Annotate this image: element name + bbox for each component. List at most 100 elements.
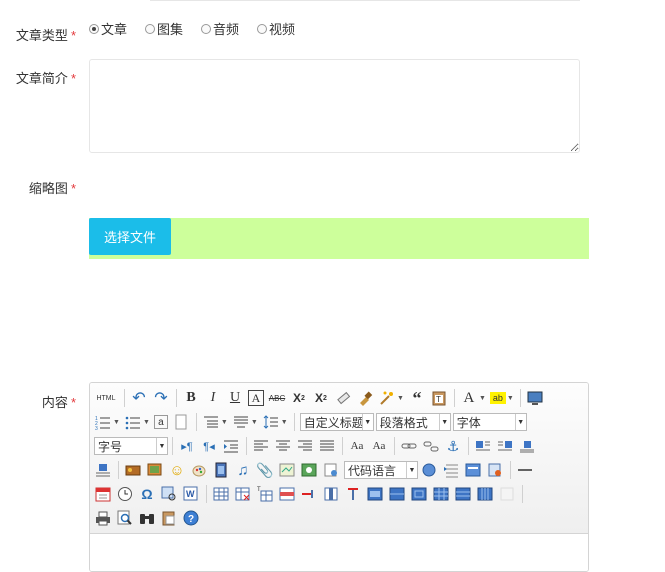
anchor-icon[interactable]: ⚓ — [444, 437, 462, 455]
search-replace-icon[interactable] — [160, 485, 178, 503]
radio-article[interactable]: 文章 — [89, 19, 127, 38]
font-family-select[interactable]: 字体 ▼ — [452, 413, 527, 431]
undo-icon[interactable]: ↶ — [130, 389, 148, 407]
print-icon[interactable] — [94, 509, 112, 527]
radio-circle[interactable] — [89, 23, 99, 34]
fullscreen-icon[interactable] — [526, 389, 544, 407]
font-color-icon[interactable]: A — [460, 389, 478, 407]
calendar-icon[interactable] — [94, 485, 112, 503]
radio-audio[interactable]: 音频 — [201, 19, 239, 38]
paste-text-icon[interactable]: T — [430, 389, 448, 407]
dropdown-arrow-icon[interactable]: ▼ — [507, 395, 514, 402]
row-spacing-bottom-icon[interactable] — [232, 413, 250, 431]
chart-icon[interactable] — [498, 485, 516, 503]
paragraph-format-select[interactable]: 段落格式 ▼ — [375, 413, 451, 431]
dropdown-arrow-icon[interactable]: ▼ — [281, 419, 288, 426]
bold-icon[interactable]: B — [182, 389, 200, 407]
strikethrough-icon[interactable]: ABC — [268, 389, 286, 407]
line-height-icon[interactable] — [262, 413, 280, 431]
merge-down-icon[interactable] — [410, 485, 428, 503]
image-right-icon[interactable] — [496, 437, 514, 455]
align-right-icon[interactable] — [296, 437, 314, 455]
word-image-icon[interactable] — [486, 461, 504, 479]
split-to-cols-icon[interactable] — [476, 485, 494, 503]
delete-col-icon[interactable] — [344, 485, 362, 503]
horizontal-rule-icon[interactable] — [516, 461, 534, 479]
italic-icon[interactable]: I — [204, 389, 222, 407]
dropdown-arrow-icon[interactable]: ▼ — [221, 419, 228, 426]
insert-frame-icon[interactable] — [300, 461, 318, 479]
align-left-icon[interactable] — [252, 437, 270, 455]
dropdown-arrow-icon[interactable]: ▼ — [143, 419, 150, 426]
insert-table-icon[interactable] — [212, 485, 230, 503]
page-break-icon[interactable] — [420, 461, 438, 479]
preview-icon[interactable] — [116, 509, 134, 527]
emotion-icon[interactable]: ☺ — [168, 461, 186, 479]
attachment-icon[interactable]: 📎 — [256, 461, 274, 479]
highlight-color-icon[interactable]: ab — [489, 392, 506, 404]
unordered-list-icon[interactable] — [124, 413, 142, 431]
unlink-icon[interactable] — [422, 437, 440, 455]
subscript-icon[interactable]: X2 — [312, 389, 330, 407]
redo-icon[interactable]: ↷ — [152, 389, 170, 407]
font-size-select[interactable]: 字号 ▼ — [94, 437, 168, 455]
insert-row-icon[interactable] — [278, 485, 296, 503]
template-icon[interactable] — [442, 461, 460, 479]
code-language-select[interactable]: 代码语言 ▼ — [344, 461, 418, 479]
drafts-icon[interactable] — [160, 509, 178, 527]
delete-row-icon[interactable] — [300, 485, 318, 503]
dropdown-arrow-icon[interactable]: ▼ — [397, 395, 404, 402]
align-center-icon[interactable] — [274, 437, 292, 455]
merge-cells-icon[interactable] — [366, 485, 384, 503]
insert-image-icon[interactable] — [146, 461, 164, 479]
radio-gallery[interactable]: 图集 — [145, 19, 183, 38]
direction-rtl-paragraph-icon[interactable]: ¶◂ — [200, 437, 218, 455]
insert-paragraph-before-table-icon[interactable]: T — [256, 485, 274, 503]
summary-textarea[interactable] — [89, 59, 580, 153]
link-icon[interactable] — [400, 437, 418, 455]
radio-circle[interactable] — [145, 23, 156, 34]
scrawl-icon[interactable] — [190, 461, 208, 479]
radio-circle[interactable] — [257, 23, 268, 34]
blank-page-icon[interactable] — [172, 413, 190, 431]
special-chars-icon[interactable]: Ω — [138, 485, 156, 503]
split-to-cells-icon[interactable] — [432, 485, 450, 503]
radio-video[interactable]: 视频 — [257, 19, 295, 38]
music-icon[interactable]: ♫ — [234, 461, 252, 479]
uppercase-icon[interactable]: Aa — [348, 437, 366, 455]
align-justify-icon[interactable] — [318, 437, 336, 455]
background-icon[interactable] — [464, 461, 482, 479]
gmap-icon[interactable] — [278, 461, 296, 479]
help-icon[interactable]: ? — [182, 509, 200, 527]
font-border-icon[interactable]: A — [248, 390, 264, 406]
dropdown-arrow-icon[interactable]: ▼ — [479, 395, 486, 402]
eraser-icon[interactable] — [334, 389, 352, 407]
ordered-list-icon[interactable]: 123 — [94, 413, 112, 431]
row-spacing-top-icon[interactable] — [202, 413, 220, 431]
custom-title-select[interactable]: 自定义标题 ▼ — [299, 413, 374, 431]
insert-code-icon[interactable] — [322, 461, 340, 479]
delete-table-icon[interactable] — [234, 485, 252, 503]
image-left-icon[interactable] — [474, 437, 492, 455]
direction-ltr-paragraph-icon[interactable]: ▸¶ — [178, 437, 196, 455]
html-source-button[interactable]: HTML — [94, 389, 118, 407]
insert-col-icon[interactable] — [322, 485, 340, 503]
blockquote-icon[interactable]: “ — [408, 388, 426, 408]
merge-right-icon[interactable] — [388, 485, 406, 503]
lowercase-icon[interactable]: Aa — [370, 437, 388, 455]
format-brush-icon[interactable] — [356, 389, 374, 407]
split-to-rows-icon[interactable] — [454, 485, 472, 503]
choose-file-button[interactable]: 选择文件 — [89, 218, 171, 255]
superscript-icon[interactable]: X2 — [290, 389, 308, 407]
clock-icon[interactable] — [116, 485, 134, 503]
image-center-icon[interactable] — [94, 461, 112, 479]
direction-ltr-icon[interactable]: a — [153, 415, 168, 429]
binoculars-icon[interactable] — [138, 509, 156, 527]
simple-upload-icon[interactable] — [124, 461, 142, 479]
wordimage-icon[interactable]: W — [182, 485, 200, 503]
image-none-icon[interactable] — [518, 437, 536, 455]
indent-icon[interactable] — [222, 437, 240, 455]
underline-icon[interactable]: U — [226, 389, 244, 407]
radio-circle[interactable] — [201, 23, 212, 34]
auto-format-icon[interactable] — [378, 389, 396, 407]
